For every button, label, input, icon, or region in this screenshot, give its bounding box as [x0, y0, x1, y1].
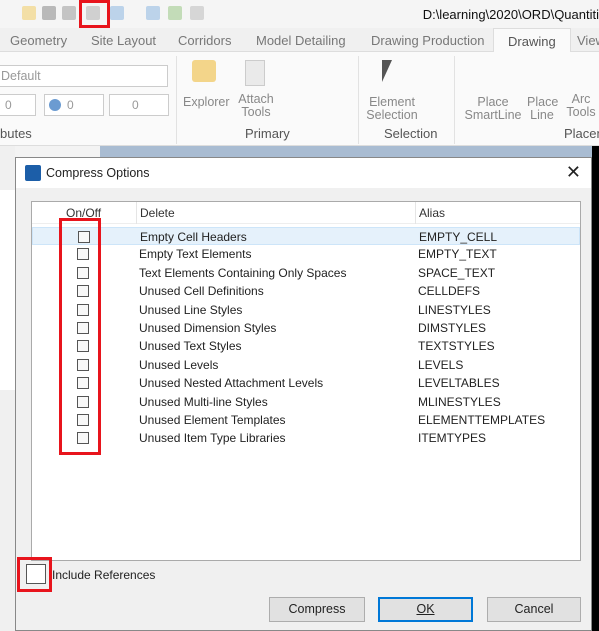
- column-delete[interactable]: Delete: [140, 206, 175, 220]
- list-row[interactable]: Empty Text Elements EMPTY_TEXT: [32, 245, 580, 263]
- list-row[interactable]: Text Elements Containing Only Spaces SPAC…: [32, 264, 580, 282]
- attach-tools-button[interactable]: Attach Tools: [236, 93, 276, 119]
- list-row[interactable]: Unused Dimension Styles DIMSTYLES: [32, 319, 580, 337]
- pin-icon[interactable]: [168, 6, 182, 20]
- list-row[interactable]: Unused Element Templates ELEMENTTEMPLATES: [32, 411, 580, 429]
- arrow-cursor-icon: [382, 60, 392, 82]
- row-alias: DIMSTYLES: [418, 321, 487, 335]
- list-row[interactable]: Unused Line Styles LINESTYLES: [32, 301, 580, 319]
- save-icon[interactable]: [42, 6, 56, 20]
- highlight-checkbox-column: [59, 218, 101, 455]
- tab-drawing-production[interactable]: Drawing Production: [371, 33, 484, 48]
- save-settings-icon[interactable]: [62, 6, 76, 20]
- style-dropdown[interactable]: Default: [0, 65, 168, 87]
- list-row[interactable]: Unused Item Type Libraries ITEMTYPES: [32, 429, 580, 447]
- ribbon-tabs: Geometry Site Layout Corridors Model Det…: [0, 28, 599, 53]
- compress-options-list: On/Off Delete Alias Empty Cell Headers EM…: [31, 201, 581, 561]
- row-alias: EMPTY_TEXT: [418, 247, 497, 262]
- compress-button[interactable]: Compress: [269, 597, 365, 622]
- file-path: D:\learning\2020\ORD\Quantiti: [422, 7, 599, 22]
- divider: [454, 56, 455, 144]
- list-row[interactable]: Unused Nested Attachment Levels LEVELTABL…: [32, 374, 580, 392]
- app-icon: [25, 165, 41, 181]
- row-alias: ELEMENTTEMPLATES: [418, 413, 546, 427]
- row-delete: Text Elements Containing Only Spaces: [139, 265, 347, 280]
- element-selection-button[interactable]: Element Selection: [366, 96, 418, 122]
- list-row[interactable]: Unused Levels LEVELS: [32, 356, 580, 374]
- list-row[interactable]: Empty Cell Headers EMPTY_CELL: [32, 227, 580, 246]
- include-references-label: Include References: [52, 568, 156, 582]
- row-delete: Unused Item Type Libraries: [139, 431, 286, 446]
- explorer-button[interactable]: Explorer: [183, 96, 230, 109]
- row-delete: Unused Line Styles: [139, 302, 243, 317]
- tab-geometry[interactable]: Geometry: [10, 33, 67, 48]
- column-alias[interactable]: Alias: [419, 206, 445, 220]
- list-header: On/Off Delete Alias: [32, 202, 580, 224]
- row-delete: Unused Nested Attachment Levels: [139, 376, 324, 391]
- highlight-include-references: [17, 557, 52, 592]
- row-alias: TEXTSTYLES: [418, 339, 495, 354]
- row-alias: SPACE_TEXT: [418, 265, 496, 280]
- arc-tools-button[interactable]: Arc Tools: [566, 93, 596, 119]
- linestyle-dropdown[interactable]: 0: [109, 94, 169, 116]
- background-view: [592, 146, 599, 631]
- group-attributes: butes: [0, 126, 32, 141]
- background-panel: [0, 190, 15, 390]
- color-icon: [49, 99, 61, 111]
- print-icon[interactable]: [190, 6, 204, 20]
- row-delete: Unused Dimension Styles: [139, 321, 277, 335]
- row-delete: Unused Multi-line Styles: [139, 394, 268, 409]
- divider: [358, 56, 359, 144]
- open-icon[interactable]: [22, 6, 36, 20]
- close-icon[interactable]: ✕: [566, 162, 581, 183]
- list-row[interactable]: Unused Text Styles TEXTSTYLES: [32, 337, 580, 355]
- attach-tools-icon: [245, 60, 265, 86]
- row-alias: MLINESTYLES: [418, 394, 501, 409]
- row-alias: LINESTYLES: [418, 302, 491, 317]
- group-placement: Placem: [564, 126, 599, 141]
- row-alias: LEVELS: [418, 357, 464, 372]
- tab-model-detailing[interactable]: Model Detailing: [256, 33, 346, 48]
- group-primary: Primary: [245, 126, 290, 141]
- row-delete: Unused Text Styles: [139, 339, 242, 354]
- dialog-title: Compress Options: [46, 166, 150, 180]
- level-dropdown[interactable]: 0: [0, 94, 36, 116]
- cancel-button[interactable]: Cancel: [487, 597, 581, 622]
- tab-view[interactable]: View: [577, 33, 599, 48]
- explorer-icon: [192, 60, 216, 82]
- place-smartline-button[interactable]: Place SmartLine: [464, 96, 522, 122]
- ribbon: Default 0 0 0 butes Explorer Attach Tool…: [0, 52, 599, 146]
- group-selection: Selection: [384, 126, 438, 141]
- row-delete: Empty Cell Headers: [140, 230, 247, 244]
- list-row[interactable]: Unused Multi-line Styles MLINESTYLES: [32, 393, 580, 411]
- row-delete: Empty Text Elements: [139, 247, 252, 262]
- color-dropdown[interactable]: 0: [44, 94, 104, 116]
- redo-icon[interactable]: [146, 6, 160, 20]
- ok-button[interactable]: OK: [378, 597, 473, 622]
- divider: [176, 56, 177, 144]
- undo-icon[interactable]: [110, 6, 124, 20]
- dialog-titlebar[interactable]: Compress Options ✕: [16, 158, 591, 188]
- row-alias: CELLDEFS: [418, 284, 481, 299]
- list-row[interactable]: Unused Cell Definitions CELLDEFS: [32, 282, 580, 300]
- highlight-compress-icon: [79, 0, 110, 28]
- place-line-button[interactable]: Place Line: [527, 96, 558, 122]
- tab-drawing[interactable]: Drawing: [493, 28, 571, 53]
- tab-corridors[interactable]: Corridors: [178, 33, 231, 48]
- row-alias: LEVELTABLES: [418, 376, 500, 391]
- row-alias: EMPTY_CELL: [419, 230, 498, 244]
- row-delete: Unused Levels: [139, 357, 219, 372]
- row-delete: Unused Cell Definitions: [139, 284, 264, 299]
- row-alias: ITEMTYPES: [418, 431, 487, 446]
- compress-options-dialog: Compress Options ✕ On/Off Delete Alias E…: [15, 157, 592, 631]
- row-delete: Unused Element Templates: [139, 413, 286, 427]
- tab-site-layout[interactable]: Site Layout: [91, 33, 156, 48]
